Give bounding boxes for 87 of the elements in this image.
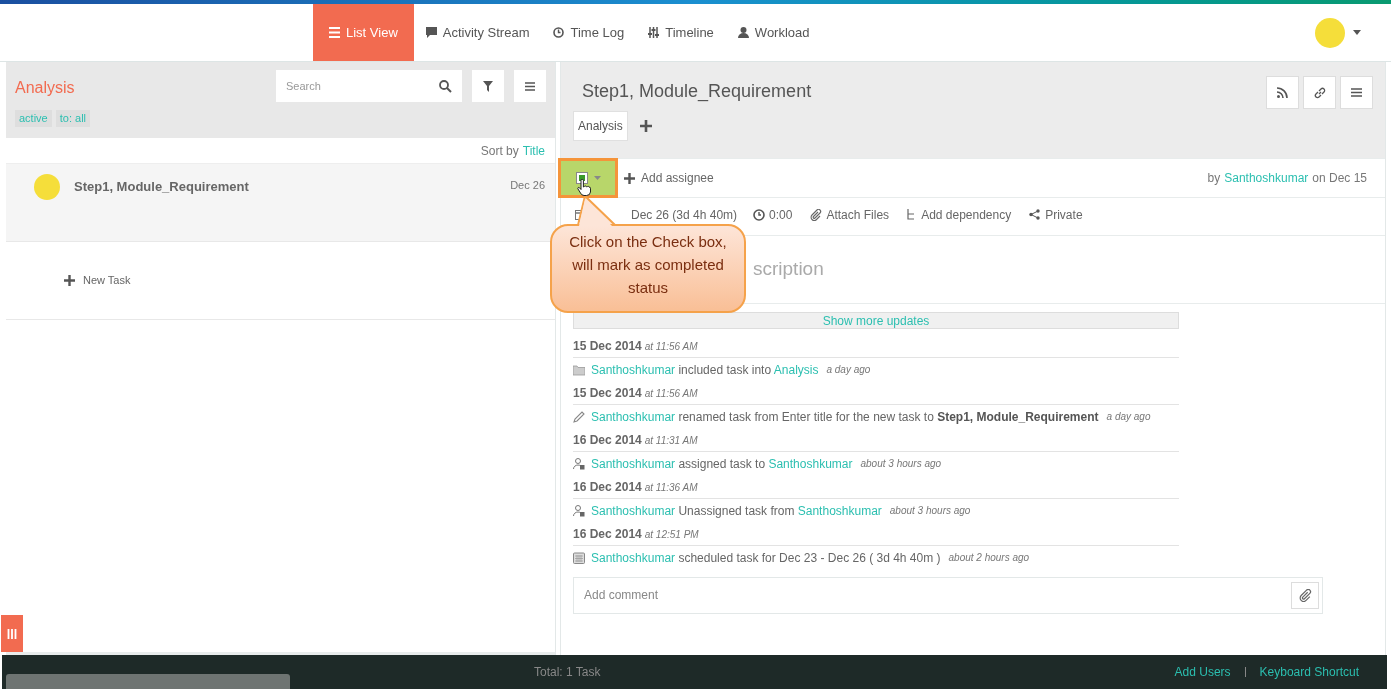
plus-icon <box>624 172 635 184</box>
nav-tab[interactable]: Workload <box>725 4 822 61</box>
rss-button[interactable] <box>1266 76 1299 109</box>
activity-date: 16 Dec 2014 <box>573 478 642 496</box>
activity-time: at 12:51 PM <box>644 527 699 542</box>
task-title: Step1, Module_Requirement <box>74 178 249 196</box>
plus-icon <box>639 120 652 132</box>
tag[interactable]: Analysis <box>573 111 628 141</box>
activity-time: at 11:56 AM <box>644 386 698 401</box>
pencil-icon <box>573 410 585 423</box>
paperclip-icon <box>810 208 823 221</box>
activity-time: at 11:36 AM <box>644 480 698 495</box>
activity-date: 15 Dec 2014 <box>573 337 642 355</box>
hand-pointer-icon <box>577 179 591 196</box>
clock-icon <box>753 208 766 221</box>
activity-ago: a day ago <box>826 363 871 377</box>
callout-pointer <box>577 196 617 226</box>
user-icon <box>573 457 585 470</box>
link-icon <box>1313 86 1326 99</box>
add-assignee-button[interactable]: Add assignee <box>624 169 714 187</box>
time-logged[interactable]: 0:00 <box>769 205 793 224</box>
callout-bubble: Click on the Check box, will mark as completed status <box>550 224 746 313</box>
link-button[interactable] <box>1303 76 1336 109</box>
schedule-link[interactable]: Dec 26 (3d 4h 40m) <box>631 205 738 224</box>
nav-tab[interactable]: List View <box>313 4 414 61</box>
filter-button[interactable] <box>472 70 504 102</box>
folder-icon <box>573 363 585 376</box>
comment-icon <box>425 27 437 38</box>
filter-icon <box>483 80 493 92</box>
activity-text: Santhoshkumar scheduled task for Dec 23 - Dec 26 ( 3d 4h 40m ) <box>591 549 941 567</box>
user-icon <box>737 27 749 38</box>
search-icon <box>439 80 452 93</box>
activity-text: Santhoshkumar Unassigned task from Santhoshkumar <box>591 502 882 520</box>
activity-date: 15 Dec 2014 <box>573 384 642 402</box>
scrollbar-thumb[interactable] <box>6 674 290 689</box>
attach-button[interactable] <box>1291 581 1319 609</box>
hierarchy-icon <box>907 209 917 220</box>
add-tag-button[interactable] <box>639 120 652 132</box>
footer-link[interactable]: Keyboard Shortcut <box>1259 663 1359 681</box>
menu-icon <box>1351 88 1362 97</box>
status-checkbox-button[interactable] <box>558 158 618 198</box>
activity-date: 16 Dec 2014 <box>573 431 642 449</box>
activity-time: at 11:56 AM <box>644 339 698 354</box>
rss-icon <box>1277 87 1288 98</box>
activity-ago: a day ago <box>1106 410 1151 424</box>
task-date: Dec 26 <box>510 178 545 193</box>
calendar-icon <box>573 551 585 564</box>
caret-icon <box>593 176 601 180</box>
nav-tab[interactable]: Timeline <box>636 4 726 61</box>
share-icon <box>1029 209 1041 220</box>
footer-link[interactable]: Add Users <box>1174 663 1231 681</box>
activity-text: Santhoshkumar included task into Analysis <box>591 361 819 379</box>
created-date: on Dec 15 <box>1312 170 1367 187</box>
sort-label: Sort by <box>480 142 519 160</box>
task-title: Step1, Module_Requirement <box>582 80 812 104</box>
by-label: by <box>1207 170 1221 187</box>
caret-icon[interactable] <box>1353 30 1361 35</box>
activity-date: 16 Dec 2014 <box>573 525 642 543</box>
attach-files-button[interactable]: Attach Files <box>810 205 890 224</box>
comment-field[interactable]: Add comment <box>573 576 1323 614</box>
list-icon <box>329 27 340 38</box>
plus-icon <box>64 275 75 286</box>
activity-time: at 11:31 AM <box>644 433 698 448</box>
panel-toggle-button[interactable] <box>1 615 23 652</box>
avatar <box>34 174 60 200</box>
activity-ago: about 3 hours ago <box>889 504 971 518</box>
nav-tab[interactable]: Activity Stream <box>413 4 542 61</box>
add-dependency-button[interactable]: Add dependency <box>907 205 1012 224</box>
privacy-button[interactable]: Private <box>1029 205 1083 224</box>
activity-ago: about 3 hours ago <box>860 457 942 471</box>
bars-icon <box>7 628 17 639</box>
user-icon <box>573 504 585 517</box>
menu-button[interactable] <box>1340 76 1373 109</box>
activity-text: Santhoshkumar renamed task from Enter title for the new task to Step1, Module_Requirement <box>591 408 1099 426</box>
menu-button[interactable] <box>514 70 546 102</box>
activity-text: Santhoshkumar assigned task to Santhoshkumar <box>591 455 853 473</box>
list-title: Analysis <box>15 78 75 98</box>
search-field[interactable]: Search <box>276 70 462 102</box>
clock-icon <box>553 27 565 38</box>
paperclip-icon <box>1298 588 1312 602</box>
new-task-button[interactable]: New Task <box>64 272 131 289</box>
menu-icon <box>525 81 535 91</box>
activity-ago: about 2 hours ago <box>948 551 1030 565</box>
nav-tab[interactable]: Time Log <box>541 4 637 61</box>
total-count: Total: 1 Task <box>534 664 601 681</box>
sliders-icon <box>648 27 660 38</box>
task-row[interactable]: Step1, Module_Requirement Dec 26 <box>6 164 555 242</box>
